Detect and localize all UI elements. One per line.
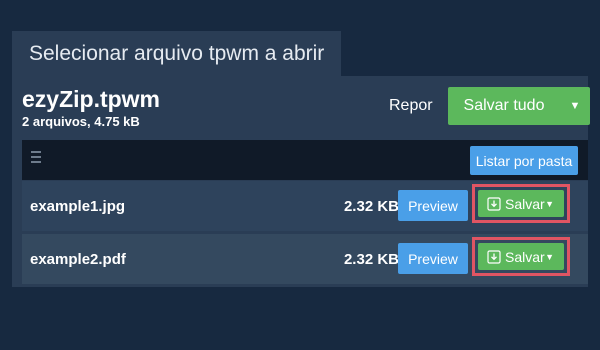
preview-button[interactable]: Preview [398,190,468,221]
dialog-tab-title: Selecionar arquivo tpwm a abrir [12,31,341,76]
file-row: example2.pdf 2.32 KB Preview Salvar ▼ [22,234,588,284]
archive-name: ezyZip.tpwm [22,86,161,112]
save-dropdown-caret-icon[interactable]: ▼ [545,252,554,262]
file-name: example2.pdf [30,250,126,268]
file-list-toolbar: Listar por pasta [22,140,588,180]
archive-summary: 2 arquivos, 4.75 kB [22,114,140,129]
save-button-highlight: Salvar ▼ [472,184,570,223]
archive-panel: ezyZip.tpwm 2 arquivos, 4.75 kB Repor Sa… [12,76,590,287]
save-button[interactable]: Salvar ▼ [478,243,564,270]
save-all-button[interactable]: Salvar tudo ▼ [448,87,590,125]
file-size: 2.32 KB [343,197,399,215]
download-icon [487,196,501,211]
save-all-label[interactable]: Salvar tudo [448,97,560,115]
save-dropdown-caret-icon[interactable]: ▼ [545,199,554,209]
file-row: example1.jpg 2.32 KB Preview Salvar ▼ [22,181,588,231]
save-button[interactable]: Salvar ▼ [478,190,564,217]
dialog-title-text: Selecionar arquivo tpwm a abrir [29,41,325,65]
save-all-dropdown-caret-icon[interactable]: ▼ [560,100,590,112]
download-icon [487,249,501,264]
hamburger-icon[interactable] [31,151,41,163]
reset-link[interactable]: Repor [389,97,433,115]
save-label[interactable]: Salvar [505,196,545,212]
save-button-highlight: Salvar ▼ [472,237,570,276]
save-label[interactable]: Salvar [505,249,545,265]
list-by-folder-button[interactable]: Listar por pasta [470,146,578,175]
file-size: 2.32 KB [343,250,399,268]
preview-button[interactable]: Preview [398,243,468,274]
file-name: example1.jpg [30,197,126,215]
